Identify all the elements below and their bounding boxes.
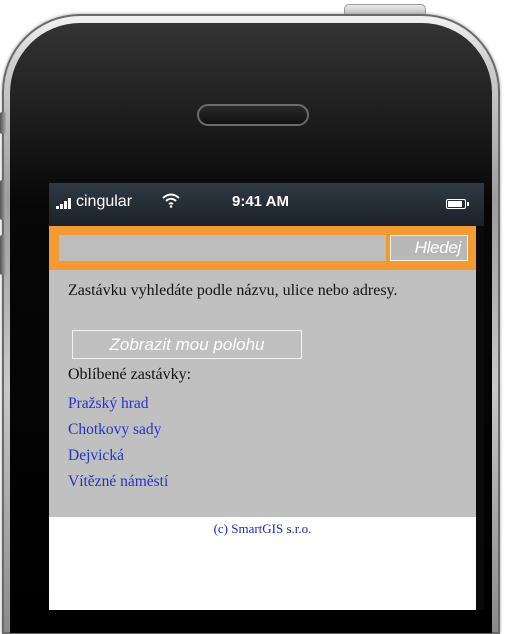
phone-screen: cingular 9:41 AM Hledej Zastávku vyhledá… [49, 183, 484, 610]
favorite-stop-link[interactable]: Pražský hrad [68, 395, 149, 412]
copyright-footer: (c) SmartGIS s.r.o. [213, 521, 312, 536]
volume-down-button [0, 235, 6, 275]
wifi-icon [161, 192, 181, 213]
favorite-stop-link[interactable]: Vítězné náměstí [68, 473, 168, 490]
list-item: Dejvická [68, 443, 168, 469]
screen-edge [476, 226, 484, 610]
phone-frame: cingular 9:41 AM Hledej Zastávku vyhledá… [0, 0, 505, 634]
volume-up-button [0, 180, 6, 220]
list-item: Pražský hrad [68, 391, 168, 417]
favorites-list: Pražský hrad Chotkovy sady Dejvická Vítě… [68, 391, 168, 495]
signal-icon [56, 198, 74, 209]
search-hint: Zastávku vyhledáte podle názvu, ulice ne… [68, 282, 398, 299]
status-time: 9:41 AM [232, 193, 289, 210]
show-my-location-button[interactable]: Zobrazit mou polohu [72, 330, 302, 359]
battery-icon [446, 199, 469, 209]
carrier-name: cingular [76, 193, 133, 210]
battery-level-fill [448, 201, 462, 207]
list-item: Vítězné náměstí [68, 469, 168, 495]
earpiece-speaker [197, 104, 309, 126]
search-button-label: Hledej [414, 238, 462, 257]
favorites-heading: Oblíbené zastávky: [68, 366, 192, 383]
search-button[interactable]: Hledej [390, 235, 468, 261]
favorite-stop-link[interactable]: Chotkovy sady [68, 421, 161, 438]
search-input[interactable] [59, 235, 386, 261]
favorite-stop-link[interactable]: Dejvická [68, 447, 124, 464]
mute-switch [0, 112, 6, 134]
status-bar: cingular 9:41 AM [49, 183, 484, 226]
list-item: Chotkovy sady [68, 417, 168, 443]
main-panel: Zastávku vyhledáte podle názvu, ulice ne… [49, 270, 476, 517]
search-bar: Hledej [49, 226, 476, 270]
